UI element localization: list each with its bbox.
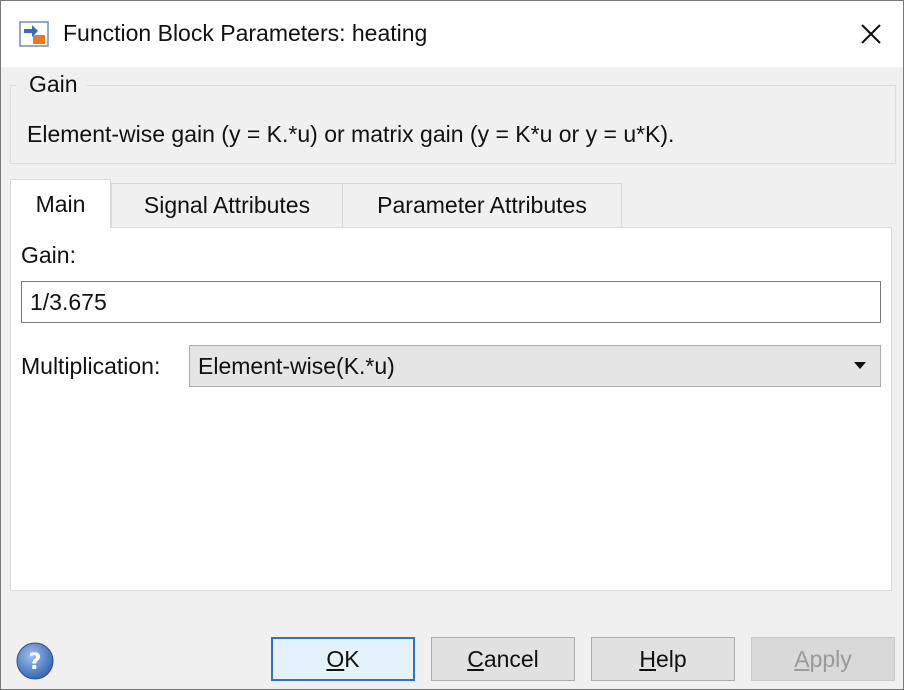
dialog-window: Function Block Parameters: heating Gain … bbox=[0, 0, 904, 690]
apply-label: pply bbox=[809, 645, 852, 672]
block-description: Element-wise gain (y = K.*u) or matrix g… bbox=[27, 121, 675, 147]
groupbox-border bbox=[87, 85, 895, 86]
gain-input[interactable]: 1/3.675 bbox=[21, 281, 881, 323]
cancel-mnemonic: C bbox=[467, 645, 484, 672]
dropdown-arrow-icon bbox=[854, 362, 866, 369]
multiplication-selected-value: Element-wise(K.*u) bbox=[198, 352, 395, 379]
cancel-button[interactable]: Cancel bbox=[431, 637, 575, 681]
cancel-label: ancel bbox=[483, 645, 539, 672]
help-mnemonic: H bbox=[639, 645, 656, 672]
tab-parameter-attributes[interactable]: Parameter Attributes bbox=[342, 183, 622, 227]
groupbox-border bbox=[10, 85, 16, 86]
help-label: elp bbox=[655, 645, 687, 672]
close-button[interactable] bbox=[839, 1, 903, 67]
help-question-icon[interactable]: ? bbox=[15, 641, 55, 681]
multiplication-dropdown[interactable]: Element-wise(K.*u) bbox=[189, 345, 881, 387]
apply-mnemonic: A bbox=[794, 645, 810, 672]
simulink-block-icon bbox=[19, 21, 49, 47]
tab-main[interactable]: Main bbox=[10, 179, 111, 228]
close-icon bbox=[861, 24, 881, 44]
tab-signal-attributes[interactable]: Signal Attributes bbox=[111, 183, 343, 227]
gain-input-value: 1/3.675 bbox=[30, 288, 107, 315]
help-button[interactable]: Help bbox=[591, 637, 735, 681]
groupbox-title: Gain bbox=[27, 71, 80, 98]
window-title: Function Block Parameters: heating bbox=[63, 20, 428, 46]
multiplication-label: Multiplication: bbox=[21, 353, 161, 379]
ok-mnemonic: O bbox=[326, 645, 345, 672]
ok-label: K bbox=[344, 645, 360, 672]
gain-label: Gain: bbox=[21, 242, 76, 268]
title-bar[interactable]: Function Block Parameters: heating bbox=[1, 1, 903, 67]
ok-button[interactable]: OK bbox=[271, 637, 415, 681]
apply-button[interactable]: Apply bbox=[751, 637, 895, 681]
svg-text:?: ? bbox=[29, 650, 42, 675]
